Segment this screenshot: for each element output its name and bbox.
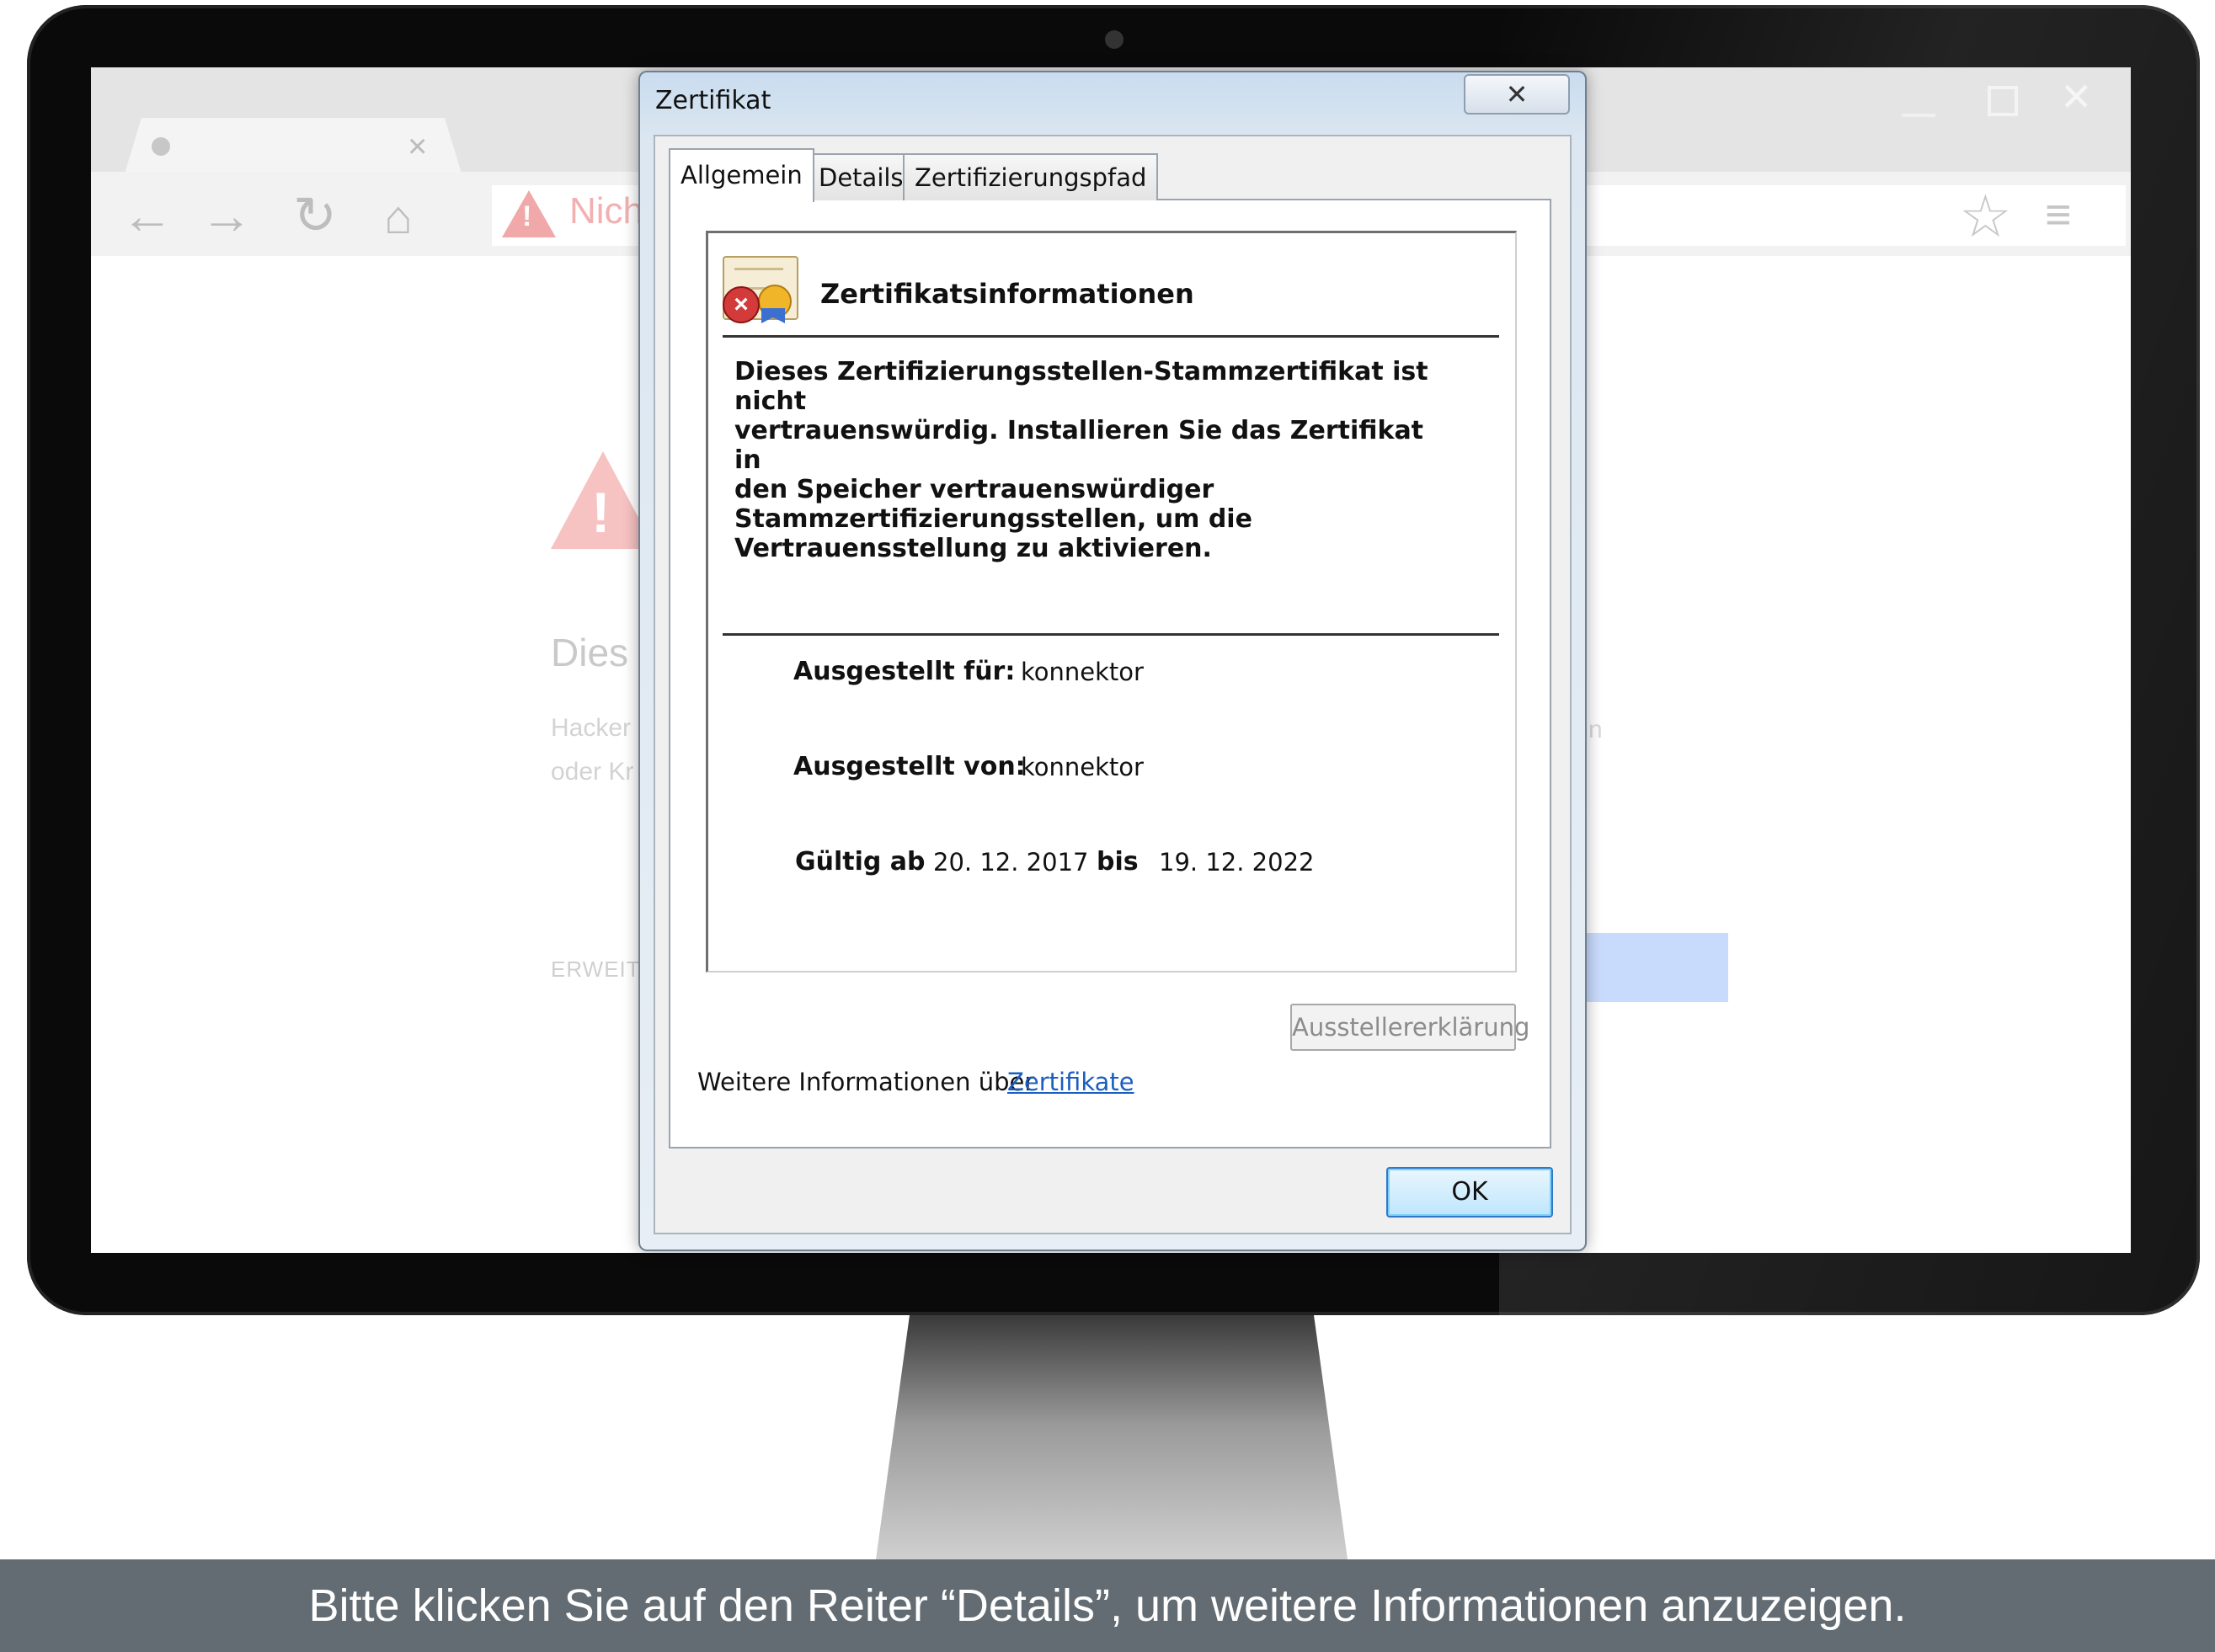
tab-details[interactable]: Details [807,153,915,200]
error-icon: × [723,286,760,323]
forward-arrow-icon[interactable]: → [200,190,253,242]
bookmark-star-icon[interactable]: ☆ [1959,182,2012,251]
issued-by-label: Ausgestellt von: [793,752,1026,781]
valid-to-label: bis [1097,847,1139,877]
issued-to-label: Ausgestellt für: [793,657,1016,686]
more-info-text: Weitere Informationen über [697,1068,1035,1096]
error-description-line: oder Kr [551,758,634,786]
address-bar-security-text[interactable]: Nich [569,190,643,232]
valid-from-label: Gültig ab [795,847,926,877]
certificates-info-link[interactable]: Zertifikate [1007,1068,1134,1096]
instruction-caption: Bitte klicken Sie auf den Reiter “Detail… [308,1580,1907,1631]
valid-to-value: 19. 12. 2022 [1159,848,1315,877]
tab-certification-path[interactable]: Zertifizierungspfad [903,153,1159,200]
valid-from-value: 20. 12. 2017 [933,848,1089,877]
back-arrow-icon[interactable]: ← [121,190,173,242]
info-heading: Zertifikatsinformationen [820,278,1194,310]
home-icon[interactable]: ⌂ [384,194,413,241]
ok-button[interactable]: OK [1386,1167,1553,1218]
webcam-dot [1105,30,1124,49]
maximize-icon[interactable] [1988,86,2018,116]
window-close-icon[interactable]: ✕ [2060,74,2093,120]
divider [723,633,1499,636]
reload-icon[interactable]: ↻ [293,190,337,242]
tab-close-icon[interactable]: × [408,128,427,166]
error-warning-mark: ! [591,481,611,545]
issued-to-value: konnektor [1021,658,1144,686]
warning-mark: ! [522,200,532,232]
monitor-stand [876,1315,1348,1559]
back-to-safety-button[interactable] [1583,933,1728,1002]
dialog-title: Zertifikat [655,86,771,115]
minimize-icon[interactable] [1902,114,1935,117]
trust-warning-message: Dieses Zertifizierungsstellen-Stammzerti… [734,357,1428,563]
error-description-line: Hacker [551,714,632,742]
issuer-statement-button[interactable]: Ausstellererklärung [1290,1004,1529,1051]
tab-favicon [152,137,170,156]
error-description-fragment: n [1588,716,1603,743]
tab-general[interactable]: Allgemein [669,148,814,202]
menu-icon[interactable]: ≡ [2045,189,2072,241]
error-heading: Dies [551,631,629,674]
divider [723,335,1499,338]
dialog-close-button[interactable]: ✕ [1464,74,1570,115]
issued-by-value: konnektor [1021,753,1144,781]
